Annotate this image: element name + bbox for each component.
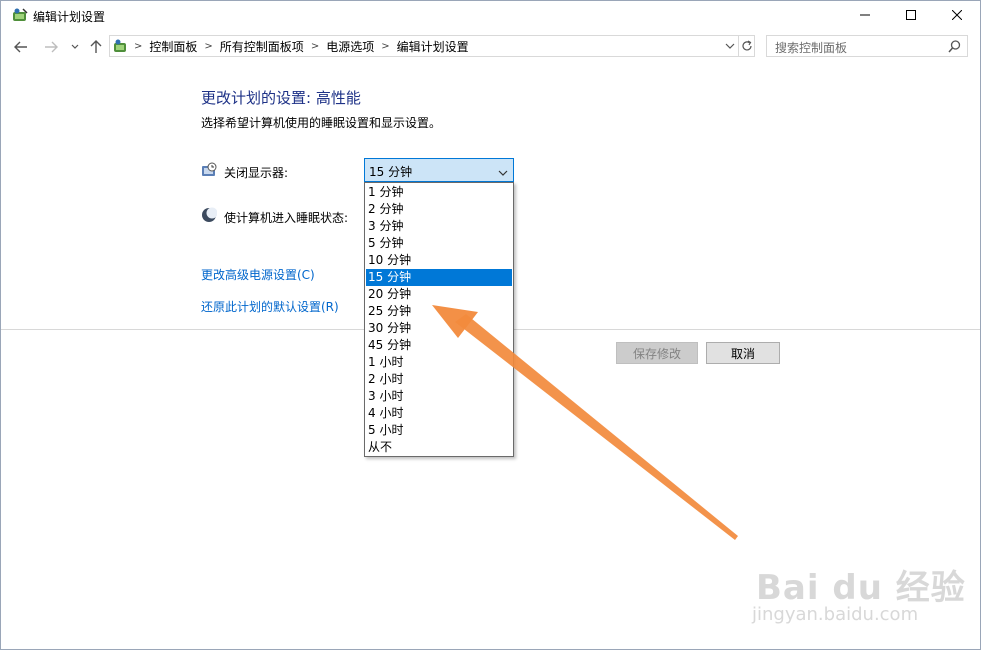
control-panel-icon xyxy=(112,38,130,55)
address-dropdown-chevron-icon[interactable] xyxy=(724,40,736,52)
refresh-button[interactable] xyxy=(738,36,755,56)
minimize-button[interactable] xyxy=(842,1,888,29)
breadcrumb-power-options[interactable]: 电源选项 xyxy=(326,38,374,55)
advanced-power-settings-link[interactable]: 更改高级电源设置(C) xyxy=(201,266,315,283)
cancel-button[interactable]: 取消 xyxy=(706,342,780,364)
dropdown-option[interactable]: 25 分钟 xyxy=(366,303,512,320)
close-button[interactable] xyxy=(934,1,980,29)
dropdown-option[interactable]: 2 小时 xyxy=(366,371,512,388)
breadcrumb-all-items[interactable]: 所有控制面板项 xyxy=(220,38,304,55)
monitor-clock-icon xyxy=(201,162,217,178)
dropdown-option[interactable]: 20 分钟 xyxy=(366,286,512,303)
maximize-button[interactable] xyxy=(888,1,934,29)
dropdown-option[interactable]: 45 分钟 xyxy=(366,337,512,354)
watermark-logo: Bai du 经验 xyxy=(756,568,966,608)
maximize-icon xyxy=(906,10,916,20)
restore-defaults-link[interactable]: 还原此计划的默认设置(R) xyxy=(201,298,339,315)
dropdown-option[interactable]: 1 分钟 xyxy=(366,184,512,201)
dropdown-option[interactable]: 4 小时 xyxy=(366,405,512,422)
search-input[interactable]: 搜索控制面板 xyxy=(766,35,968,57)
dropdown-option[interactable]: 3 小时 xyxy=(366,388,512,405)
address-bar[interactable]: > 控制面板 > 所有控制面板项 > 电源选项 > 编辑计划设置 xyxy=(109,35,755,57)
refresh-icon xyxy=(742,40,752,51)
forward-arrow-icon[interactable] xyxy=(43,39,59,55)
dropdown-option-selected[interactable]: 15 分钟 xyxy=(366,269,512,286)
recent-locations-chevron-icon[interactable] xyxy=(67,39,83,55)
search-icon[interactable] xyxy=(948,40,961,53)
minimize-icon xyxy=(860,14,870,16)
dropdown-option[interactable]: 3 分钟 xyxy=(366,218,512,235)
watermark-url: jingyan.baidu.com xyxy=(752,604,919,625)
edit-plan-window: 编辑计划设置 > 控制面板 > 所有控制面板项 > 电源选项 > 编辑计划设置 … xyxy=(0,0,981,650)
breadcrumb: > 控制面板 > 所有控制面板项 > 电源选项 > 编辑计划设置 xyxy=(134,36,469,56)
power-options-icon xyxy=(11,7,29,25)
navigation-bar: > 控制面板 > 所有控制面板项 > 电源选项 > 编辑计划设置 搜索控制面板 xyxy=(1,32,980,62)
display-off-label: 关闭显示器: xyxy=(224,166,289,180)
dropdown-option[interactable]: 30 分钟 xyxy=(366,320,512,337)
breadcrumb-separator-icon[interactable]: > xyxy=(381,41,389,52)
breadcrumb-control-panel[interactable]: 控制面板 xyxy=(149,38,197,55)
dropdown-option[interactable]: 5 小时 xyxy=(366,422,512,439)
dropdown-option[interactable]: 2 分钟 xyxy=(366,201,512,218)
breadcrumb-edit-plan[interactable]: 编辑计划设置 xyxy=(397,38,469,55)
breadcrumb-separator-icon[interactable]: > xyxy=(204,41,212,52)
up-arrow-icon[interactable] xyxy=(88,39,104,55)
display-off-options-list[interactable]: 1 分钟 2 分钟 3 分钟 5 分钟 10 分钟 15 分钟 20 分钟 25… xyxy=(364,182,514,457)
title-bar: 编辑计划设置 xyxy=(1,1,980,31)
sleep-label: 使计算机进入睡眠状态: xyxy=(224,211,349,225)
page-subtitle: 选择希望计算机使用的睡眠设置和显示设置。 xyxy=(201,116,442,130)
breadcrumb-separator-icon: > xyxy=(134,40,143,52)
back-arrow-icon[interactable] xyxy=(13,39,29,55)
display-off-selected-value: 15 分钟 xyxy=(369,165,413,179)
dropdown-option[interactable]: 1 小时 xyxy=(366,354,512,371)
dropdown-option[interactable]: 5 分钟 xyxy=(366,235,512,252)
dropdown-option[interactable]: 10 分钟 xyxy=(366,252,512,269)
window-title: 编辑计划设置 xyxy=(33,10,106,24)
sleep-moon-icon xyxy=(201,207,218,223)
chevron-down-icon xyxy=(498,166,508,176)
close-icon xyxy=(952,10,962,20)
display-off-select[interactable]: 15 分钟 xyxy=(364,158,514,182)
page-title: 更改计划的设置: 高性能 xyxy=(201,89,361,107)
search-placeholder: 搜索控制面板 xyxy=(775,41,848,55)
dropdown-option[interactable]: 从不 xyxy=(366,439,512,456)
breadcrumb-separator-icon[interactable]: > xyxy=(311,41,319,52)
save-changes-button[interactable]: 保存修改 xyxy=(616,342,698,364)
